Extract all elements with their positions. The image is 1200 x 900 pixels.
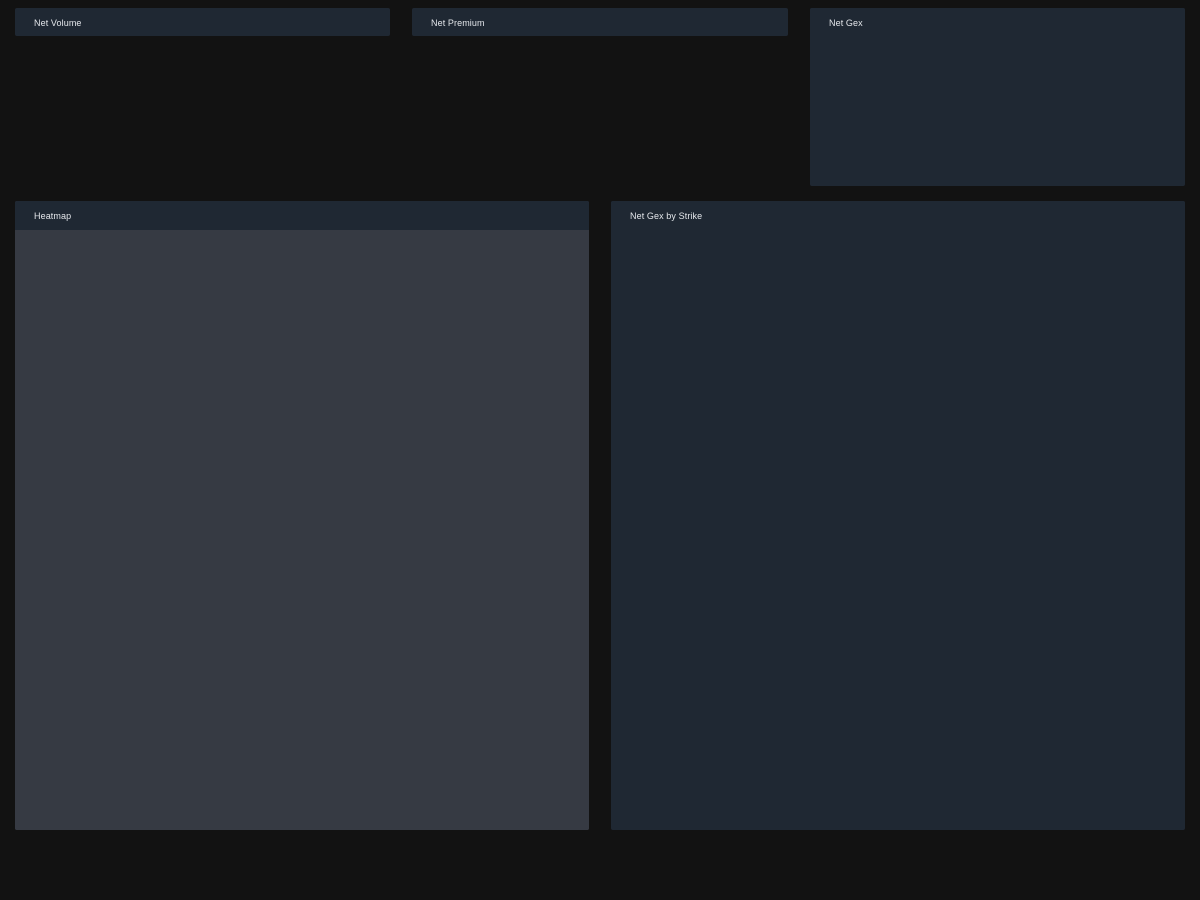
net-gex-by-strike-panel: Net Gex by Strike — [611, 201, 1185, 830]
net-volume-panel: Net Volume — [15, 8, 390, 36]
net-gex-header: Net Gex — [810, 8, 1185, 37]
net-gex-chart-area — [810, 37, 1185, 186]
heatmap-chart-area — [15, 230, 589, 830]
net-premium-header: Net Premium — [412, 8, 788, 36]
heatmap-panel: Heatmap — [15, 201, 589, 830]
net-gex-by-strike-title: Net Gex by Strike — [630, 210, 703, 221]
net-gex-title: Net Gex — [829, 17, 863, 28]
net-volume-header: Net Volume — [15, 8, 390, 36]
net-gex-by-strike-header: Net Gex by Strike — [611, 201, 1185, 230]
net-premium-panel: Net Premium — [412, 8, 788, 36]
net-gex-by-strike-chart-area — [611, 230, 1185, 830]
heatmap-title: Heatmap — [34, 210, 72, 221]
net-volume-title: Net Volume — [34, 17, 82, 28]
net-premium-title: Net Premium — [431, 17, 485, 28]
heatmap-header: Heatmap — [15, 201, 589, 230]
net-gex-panel: Net Gex — [810, 8, 1185, 186]
